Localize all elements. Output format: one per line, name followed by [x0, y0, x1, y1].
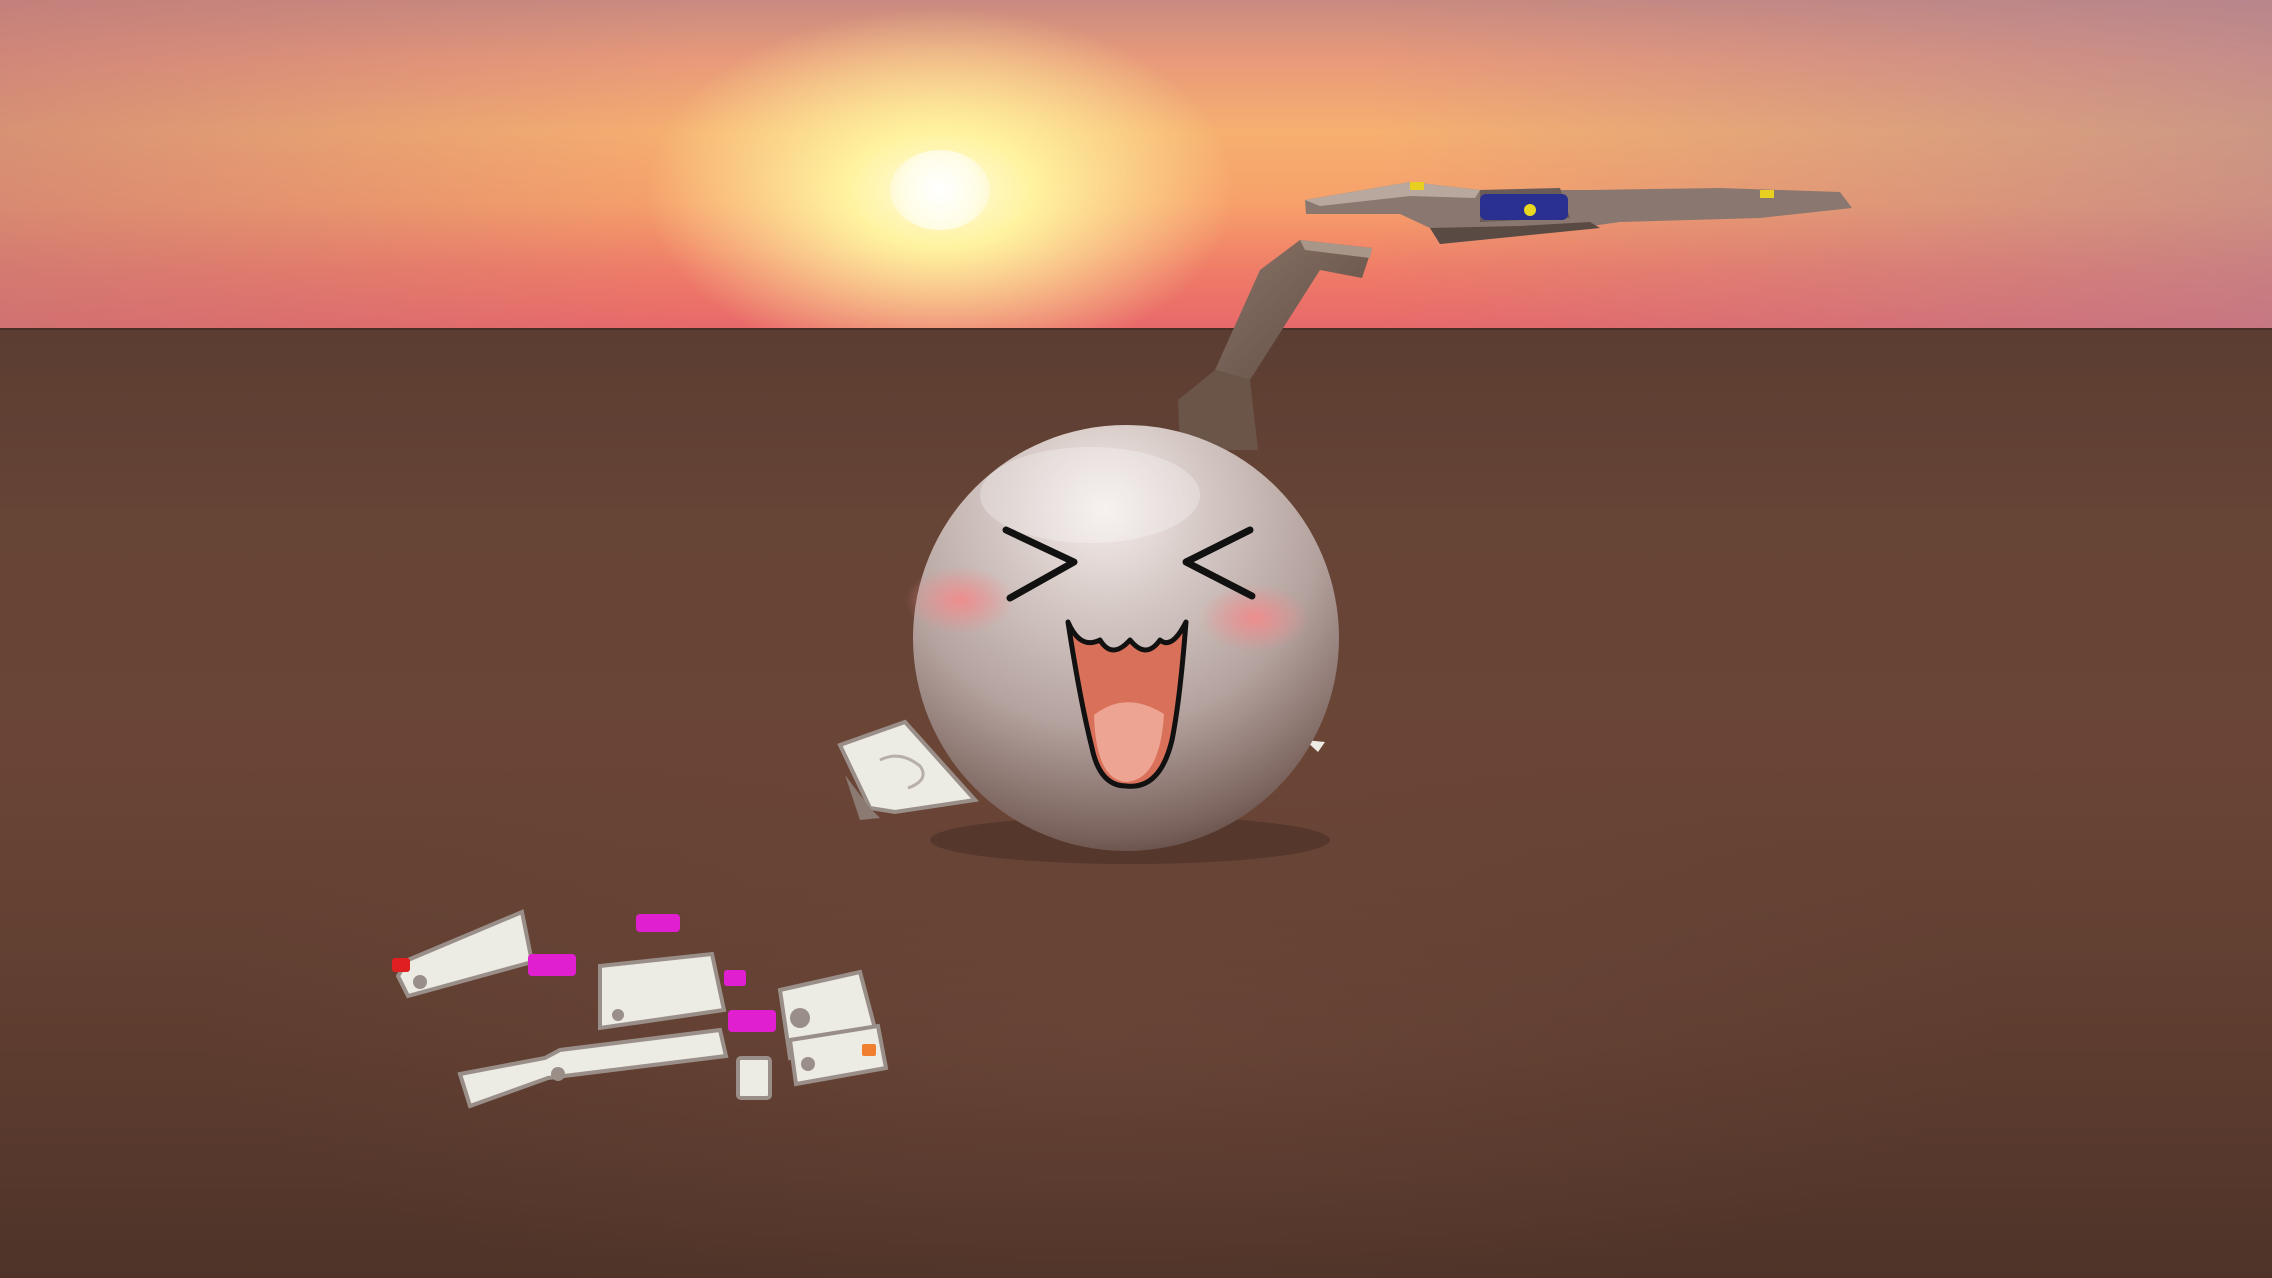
ball-highlight [980, 447, 1200, 543]
debris-magenta-block [728, 1010, 776, 1032]
scene-objects [392, 182, 1852, 1109]
debris-red-block [392, 958, 410, 972]
flying-spaceship [1305, 182, 1852, 244]
debris-magenta-block [528, 954, 576, 976]
smiling-ball-character[interactable] [905, 425, 1339, 851]
bent-metal-beam [1178, 240, 1372, 450]
left-blush [905, 566, 1015, 634]
debris-magenta-block [636, 914, 680, 932]
spaceship-light [1524, 204, 1536, 216]
scattered-debris-panels [392, 909, 889, 1109]
game-viewport[interactable] [0, 0, 2272, 1278]
spaceship-cockpit [1480, 194, 1568, 220]
debris-orange-block [862, 1044, 876, 1056]
